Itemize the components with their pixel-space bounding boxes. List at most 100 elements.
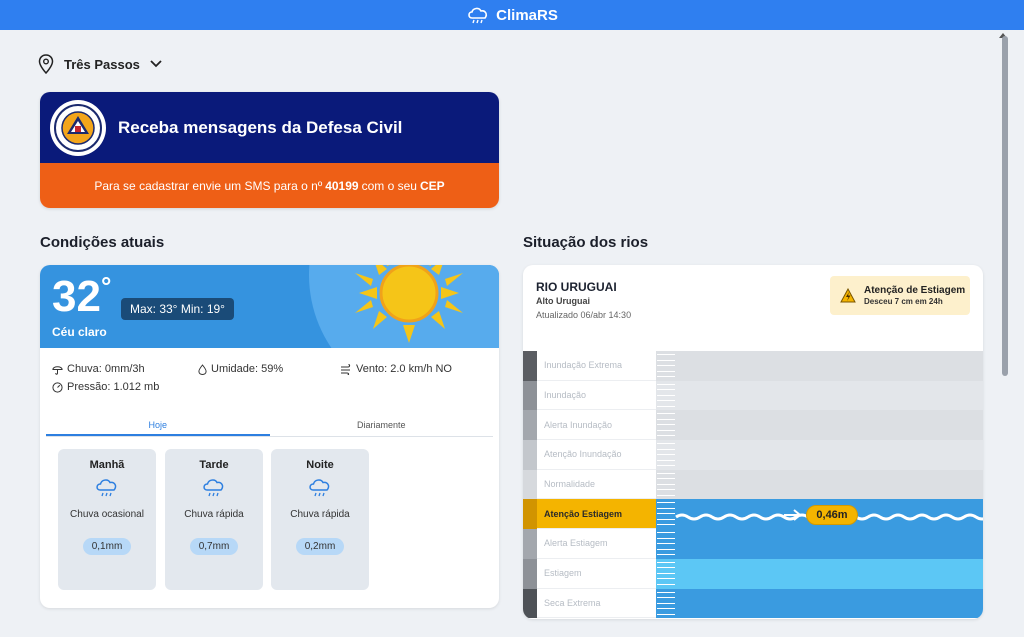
brand[interactable]: ClimaRS (466, 5, 558, 25)
river-level-scale: Inundação Extrema Inundação Alerta Inundaç… (523, 351, 983, 619)
level-fill (676, 588, 983, 619)
period-card-manha[interactable]: Manhã Chuva ocasional 0,1mm (58, 449, 156, 590)
river-level-row: Seca Extrema (523, 588, 983, 619)
river-level-row: Inundação (523, 380, 983, 411)
level-label: Atenção Estiagem (537, 499, 656, 530)
weather-metrics: Chuva: 0mm/3h Umidade: 59% Vento: 2.0 km… (40, 348, 499, 410)
period-description: Chuva rápida (184, 509, 244, 520)
location-selector[interactable]: Três Passos (38, 54, 162, 74)
river-level-row: Atenção Inundação (523, 440, 983, 470)
rain-cloud-icon (309, 479, 330, 497)
wind-metric: Vento: 2.0 km/h NO (340, 363, 452, 375)
period-card-tarde[interactable]: Tarde Chuva rápida 0,7mm (165, 449, 263, 590)
period-card-noite[interactable]: Noite Chuva rápida 0,2mm (271, 449, 369, 590)
sms-number: 40199 (325, 178, 359, 193)
cloud-rain-logo-icon (468, 7, 488, 24)
banner-sms-instructions: Para se cadastrar envie um SMS para o nº… (40, 163, 499, 208)
forecast-tabs: Hoje Diariamente (46, 417, 493, 437)
level-ticks (656, 558, 676, 589)
period-title: Noite (306, 459, 334, 471)
period-title: Manhã (89, 459, 125, 471)
tab-diariamente[interactable]: Diariamente (270, 417, 494, 436)
river-region: Alto Uruguai (536, 296, 590, 306)
level-fill (676, 469, 983, 500)
river-level-row: Estiagem (523, 558, 983, 589)
level-fill (676, 380, 983, 411)
rivers-title: Situação dos rios (523, 234, 649, 251)
river-level-row: Alerta Estiagem (523, 529, 983, 559)
location-name: Três Passos (64, 56, 140, 72)
level-color-strip (523, 410, 537, 441)
banner-header: Receba mensagens da Defesa Civil (40, 92, 499, 163)
level-color-strip (523, 351, 537, 381)
level-label: Normalidade (537, 469, 656, 500)
sms-prefix: Para se cadastrar envie um SMS para o nº (94, 178, 323, 193)
rain-cloud-icon (96, 479, 117, 497)
level-label: Alerta Inundação (537, 410, 656, 441)
tab-hoje[interactable]: Hoje (46, 417, 270, 436)
level-pointer-arrow-icon (784, 509, 802, 521)
period-description: Chuva ocasional (70, 509, 144, 520)
level-ticks (656, 529, 676, 559)
level-color-strip (523, 588, 537, 619)
level-ticks (656, 351, 676, 381)
river-status-card: RIO URUGUAI Alto Uruguai Atualizado 06/a… (523, 265, 983, 619)
level-ticks (656, 380, 676, 411)
level-fill (676, 529, 983, 559)
level-color-strip (523, 558, 537, 589)
level-ticks (656, 440, 676, 470)
min-max-temperature: Max: 33° Min: 19° (121, 298, 234, 320)
weather-header: 32° Max: 33° Min: 19° Céu claro (40, 265, 499, 348)
current-temperature: 32° (52, 271, 112, 321)
level-label: Estiagem (537, 558, 656, 589)
umbrella-icon (52, 365, 63, 375)
level-label: Alerta Estiagem (537, 529, 656, 559)
chevron-down-icon (150, 60, 162, 68)
level-fill (676, 440, 983, 470)
level-ticks (656, 499, 676, 530)
defesa-civil-banner[interactable]: Receba mensagens da Defesa Civil Para se… (40, 92, 499, 208)
current-river-level: 0,46m (806, 505, 858, 525)
wind-icon (341, 363, 351, 375)
scrollbar-thumb[interactable] (1002, 36, 1008, 376)
current-conditions-card: 32° Max: 33° Min: 19° Céu claro Chuva: 0… (40, 265, 499, 608)
warning-icon (840, 287, 856, 302)
current-conditions-title: Condições atuais (40, 234, 165, 251)
river-updated: Atualizado 06/abr 14:30 (536, 310, 632, 320)
rain-metric: Chuva: 0mm/3h (52, 363, 145, 375)
app-header: ClimaRS (0, 0, 1024, 30)
defesa-civil-seal-icon (50, 99, 106, 156)
river-level-row: Alerta Inundação (523, 410, 983, 441)
level-fill (676, 558, 983, 589)
gauge-icon (52, 381, 63, 393)
banner-title: Receba mensagens da Defesa Civil (118, 117, 403, 137)
river-level-row: Normalidade (523, 469, 983, 500)
level-color-strip (523, 529, 537, 559)
level-ticks (656, 469, 676, 500)
alert-title: Atenção de Estiagem (864, 284, 966, 296)
humidity-metric: Umidade: 59% (198, 363, 283, 375)
degree-symbol: ° (100, 271, 112, 301)
level-ticks (656, 588, 676, 619)
level-color-strip (523, 469, 537, 500)
alert-subtitle: Desceu 7 cm em 24h (864, 296, 943, 306)
river-alert-badge: Atenção de Estiagem Desceu 7 cm em 24h (830, 276, 970, 315)
map-pin-icon (38, 54, 54, 74)
period-title: Tarde (199, 459, 229, 471)
drop-icon (198, 363, 207, 375)
level-color-strip (523, 440, 537, 470)
level-color-strip (523, 499, 537, 530)
period-description: Chuva rápida (290, 509, 350, 520)
period-rain-amount: 0,7mm (189, 538, 239, 555)
pressure-metric: Pressão: 1.012 mb (52, 381, 159, 393)
level-fill (676, 351, 983, 381)
weather-condition: Céu claro (52, 325, 107, 339)
period-rain-amount: 0,1mm (82, 538, 132, 555)
sms-suffix: CEP (419, 178, 445, 193)
app-title: ClimaRS (496, 6, 558, 24)
level-color-strip (523, 380, 537, 411)
sun-icon (355, 265, 463, 343)
river-level-row: Inundação Extrema (523, 351, 983, 381)
level-label: Seca Extrema (537, 588, 656, 619)
level-label: Inundação (537, 380, 656, 411)
